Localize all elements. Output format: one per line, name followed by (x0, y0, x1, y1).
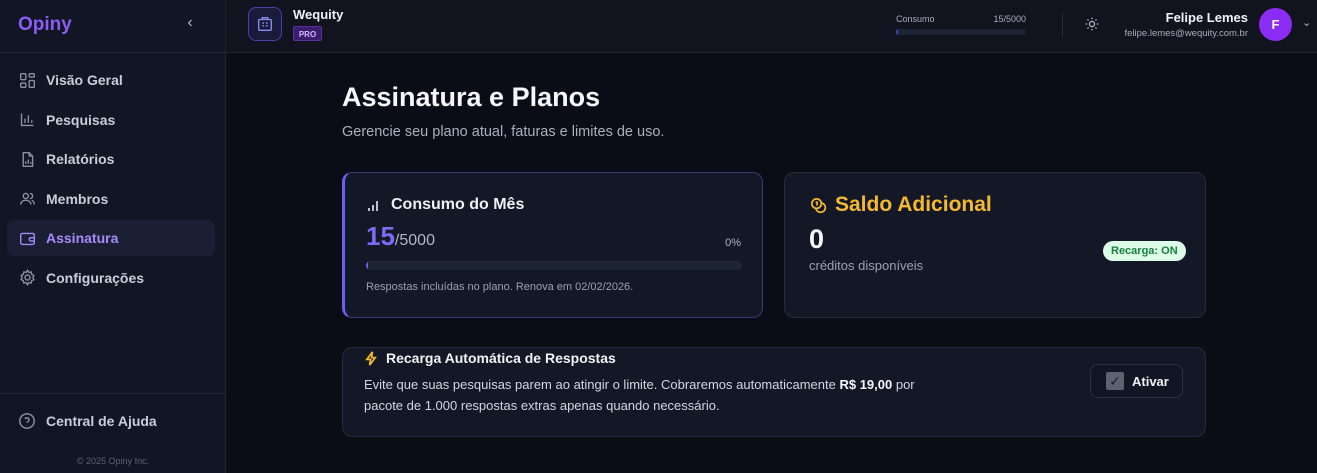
sidebar-item-assinatura[interactable]: Assinatura (7, 220, 215, 256)
users-icon (18, 190, 36, 208)
signal-bars-icon (368, 201, 378, 211)
organization-icon[interactable] (248, 7, 282, 41)
usage-progress-fill (896, 29, 898, 35)
consumo-title-text: Consumo do Mês (391, 196, 525, 213)
divider (1062, 12, 1063, 38)
copyright: © 2025 Opiny Inc. (76, 456, 150, 466)
page-subtitle: Gerencie seu plano atual, faturas e limi… (342, 124, 665, 140)
recarga-price: R$ 19,00 (839, 377, 893, 392)
bar-chart-icon (18, 111, 36, 129)
sidebar-item-label: Pesquisas (46, 111, 116, 128)
help-center-link[interactable]: Central de Ajuda (18, 412, 157, 430)
ativar-label: Ativar (1132, 373, 1169, 389)
recarga-title: Recarga Automática de Respostas (364, 350, 616, 366)
brand-logo[interactable]: Opiny (18, 14, 72, 36)
user-email: felipe.lemes@wequity.com.br (1124, 28, 1248, 39)
recarga-card: Recarga Automática de Respostas Evite qu… (342, 347, 1206, 437)
sidebar-item-label: Membros (46, 190, 109, 207)
topbar: Wequity PRO Consumo 15/5000 Felipe Lemes… (226, 0, 1317, 53)
sidebar-item-relatorios[interactable]: Relatórios (7, 141, 215, 177)
consumo-limit: /5000 (394, 232, 435, 249)
saldo-title-text: Saldo Adicional (835, 193, 992, 216)
coins-icon (810, 197, 827, 213)
chevron-down-icon[interactable]: ⌄ (1302, 16, 1311, 29)
recarga-title-text: Recarga Automática de Respostas (386, 350, 616, 366)
checkbox[interactable]: ✓ (1106, 372, 1124, 390)
page-title: Assinatura e Planos (342, 82, 601, 112)
user-name: Felipe Lemes (1165, 10, 1248, 25)
sidebar-nav: Visão Geral Pesquisas Relatórios Membros… (7, 62, 215, 299)
saldo-value: 0 (809, 224, 825, 254)
sidebar-item-label: Relatórios (46, 151, 115, 167)
saldo-label: créditos disponíveis (809, 258, 924, 273)
grid-icon (18, 71, 36, 89)
sidebar-item-label: Visão Geral (46, 72, 123, 88)
consumo-title: Consumo do Mês (366, 196, 524, 214)
divider (0, 52, 226, 53)
consumo-progress-fill (366, 261, 369, 270)
sidebar-item-configuracoes[interactable]: Configurações (7, 260, 215, 296)
sidebar-item-label: Configurações (46, 269, 145, 286)
saldo-card: Saldo Adicional 0 créditos disponíveis R… (784, 172, 1206, 318)
recarga-description: Evite que suas pesquisas parem ao atingi… (364, 374, 954, 416)
sidebar-item-label: Assinatura (46, 230, 119, 246)
help-label: Central de Ajuda (46, 413, 157, 429)
consumo-value: 15/5000 (366, 221, 435, 252)
usage-label: Consumo (896, 14, 935, 24)
file-chart-icon (18, 150, 36, 168)
usage-progress-bar (896, 29, 1026, 35)
sidebar-item-pesquisas[interactable]: Pesquisas (7, 102, 215, 138)
saldo-title: Saldo Adicional (809, 193, 992, 217)
avatar[interactable]: F (1259, 8, 1292, 41)
consumo-card: Consumo do Mês 15/5000 0% Respostas incl… (342, 172, 763, 318)
wallet-icon (18, 229, 36, 247)
consumo-note: Respostas incluídas no plano. Renova em … (366, 281, 634, 293)
recarga-desc-text: Evite que suas pesquisas parem ao atingi… (364, 377, 840, 392)
consumo-percent: 0% (725, 237, 741, 249)
consumo-progress-bar (366, 261, 742, 270)
usage-value: 15/5000 (993, 14, 1026, 24)
help-icon (19, 413, 35, 429)
collapse-sidebar-icon[interactable]: ‹ (182, 14, 198, 34)
plan-badge: PRO (293, 26, 322, 41)
divider (0, 393, 226, 394)
status-badge: Recarga: ON (1103, 241, 1186, 261)
sidebar-item-visao-geral[interactable]: Visão Geral (7, 62, 215, 98)
lightning-icon (365, 350, 377, 366)
organization-name: Wequity (293, 7, 344, 22)
consumo-used: 15 (366, 221, 395, 251)
sidebar: Opiny ‹ Visão Geral Pesquisas Relatórios… (0, 0, 226, 473)
gear-icon (18, 269, 36, 287)
ativar-toggle-button[interactable]: ✓ Ativar (1090, 364, 1183, 398)
sidebar-item-membros[interactable]: Membros (7, 181, 215, 217)
